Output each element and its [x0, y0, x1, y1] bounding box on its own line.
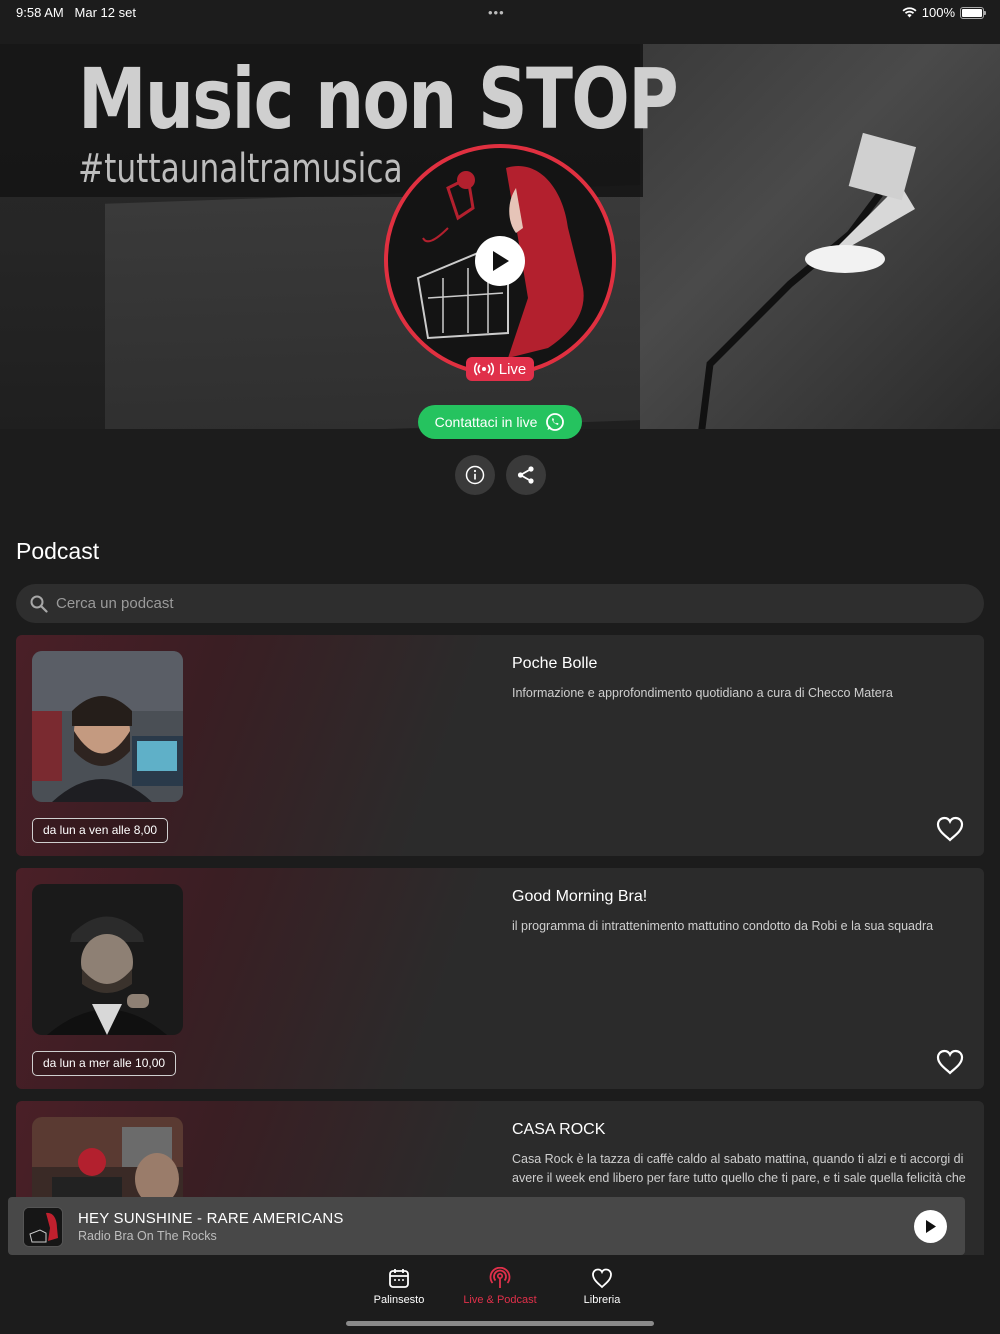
broadcast-icon [489, 1267, 511, 1288]
tab-label: Libreria [583, 1294, 621, 1306]
tab-label: Palinsesto [373, 1294, 425, 1306]
live-badge: Live [466, 357, 534, 381]
contact-live-label: Contattaci in live [434, 414, 538, 430]
play-icon [493, 251, 509, 271]
podcast-card[interactable]: da lun a ven alle 8,00 Poche Bolle Infor… [16, 635, 984, 856]
mini-player-play-button[interactable] [914, 1210, 947, 1243]
mini-player[interactable]: HEY SUNSHINE - RARE AMERICANS Radio Bra … [8, 1197, 965, 1255]
tab-palinsesto[interactable]: Palinsesto [349, 1267, 449, 1306]
mini-player-track: HEY SUNSHINE - RARE AMERICANS [78, 1210, 344, 1227]
heart-icon [592, 1268, 612, 1289]
wifi-icon [902, 7, 917, 18]
podcast-title: Good Morning Bra! [512, 888, 648, 905]
search-icon [30, 595, 48, 613]
podcast-description: Casa Rock è la tazza di caffè caldo al s… [512, 1152, 966, 1185]
status-time: 9:58 AM Mar 12 set [16, 5, 136, 20]
tab-label: Live & Podcast [463, 1294, 537, 1306]
play-icon [926, 1220, 936, 1233]
podcast-section-title: Podcast [16, 538, 100, 564]
podcast-description: il programma di intrattenimento mattutin… [512, 919, 934, 933]
status-indicators: 100% [902, 5, 986, 20]
podcast-thumbnail [32, 884, 183, 1035]
status-bar: 9:58 AM Mar 12 set ••• 100% [0, 0, 1000, 24]
mini-player-station: Radio Bra On The Rocks [78, 1229, 217, 1243]
podcast-title: Poche Bolle [512, 655, 598, 672]
info-button[interactable] [455, 455, 495, 495]
podcast-schedule: da lun a mer alle 10,00 [32, 1051, 177, 1076]
broadcast-icon [473, 362, 494, 376]
home-indicator[interactable] [346, 1321, 654, 1326]
mini-player-artwork [23, 1207, 63, 1247]
contact-live-button[interactable]: Contattaci in live [418, 405, 582, 439]
podcast-search-bar[interactable] [16, 584, 984, 623]
live-play-button[interactable] [475, 236, 525, 286]
podcast-thumbnail [32, 651, 183, 802]
podcast-title: CASA ROCK [512, 1121, 606, 1138]
calendar-icon [389, 1269, 409, 1288]
favorite-heart-icon[interactable] [936, 816, 964, 842]
desk-lamp-illustration [698, 132, 917, 429]
whatsapp-icon [546, 413, 565, 431]
multitasking-dots-icon[interactable]: ••• [488, 5, 505, 20]
clock: 9:58 AM [16, 5, 64, 20]
battery-percent: 100% [921, 5, 955, 20]
tab-live-podcast[interactable]: Live & Podcast [450, 1267, 550, 1306]
podcast-schedule: da lun a ven alle 8,00 [32, 818, 169, 843]
podcast-card[interactable]: da lun a mer alle 10,00 Good Morning Bra… [16, 868, 984, 1089]
share-button[interactable] [506, 455, 546, 495]
live-label: Live [498, 360, 527, 378]
banner-title: Music non STOP [78, 50, 679, 148]
battery-icon [960, 6, 986, 19]
share-icon [517, 466, 534, 484]
favorite-heart-icon[interactable] [936, 1049, 964, 1075]
info-icon [465, 465, 485, 485]
banner-subtitle: #tuttaunaltramusica [78, 146, 403, 192]
podcast-search-input[interactable] [56, 595, 936, 612]
date: Mar 12 set [74, 5, 136, 20]
tab-libreria[interactable]: Libreria [552, 1267, 652, 1306]
podcast-description: Informazione e approfondimento quotidian… [512, 686, 893, 700]
